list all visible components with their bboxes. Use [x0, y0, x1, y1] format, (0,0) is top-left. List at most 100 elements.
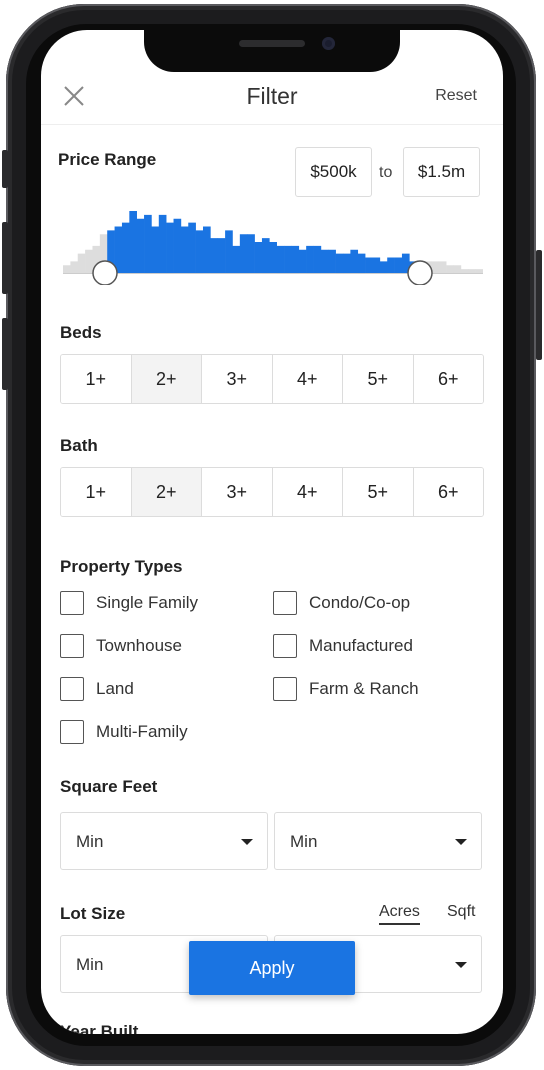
histogram-bar: [320, 249, 329, 273]
histogram-bar: [446, 265, 454, 273]
select-value: Min: [290, 832, 318, 851]
beds-option[interactable]: 2+: [131, 355, 202, 403]
histogram-bar: [121, 222, 130, 274]
price-range-label: Price Range: [58, 150, 157, 169]
histogram-bar: [350, 249, 359, 273]
histogram-bar: [63, 265, 71, 273]
histogram-bar: [85, 249, 93, 273]
beds-label: Beds: [60, 323, 102, 342]
caret-down-icon: [455, 839, 467, 845]
checkbox-label: Land: [96, 679, 134, 698]
front-camera-icon: [322, 37, 335, 50]
square-feet-min-select[interactable]: Min: [60, 812, 268, 870]
histogram-bar: [166, 222, 174, 274]
unit-acres-tab[interactable]: Acres: [379, 903, 420, 925]
bath-option[interactable]: 3+: [202, 468, 273, 516]
checkbox-label: Condo/Co-op: [309, 593, 411, 612]
histogram-bar: [387, 257, 395, 273]
caret-down-icon: [241, 839, 253, 845]
property-types-label: Property Types: [60, 557, 183, 576]
checkbox-box[interactable]: [60, 720, 84, 744]
histogram-bar: [460, 269, 469, 274]
price-min-input[interactable]: $500k: [295, 147, 372, 197]
histogram-bar: [254, 242, 263, 273]
histogram-bar: [306, 245, 314, 274]
volume-down-button: [2, 318, 8, 390]
price-max-handle[interactable]: [407, 260, 433, 285]
price-min-handle[interactable]: [92, 260, 118, 285]
histogram-bar: [144, 214, 152, 274]
checkbox-box[interactable]: [273, 591, 297, 615]
histogram-bar: [158, 214, 167, 274]
histogram-bar: [379, 261, 388, 274]
speaker-grille: [239, 40, 305, 47]
beds-option[interactable]: 3+: [202, 355, 273, 403]
checkbox-multi-family[interactable]: Multi-Family: [60, 720, 188, 744]
square-feet-label: Square Feet: [60, 777, 158, 796]
checkbox-box[interactable]: [273, 677, 297, 701]
histogram-bar: [188, 222, 196, 274]
histogram-bar: [357, 253, 366, 274]
checkbox-condo-coop[interactable]: Condo/Co-op: [273, 591, 410, 615]
histogram-bar: [225, 230, 233, 274]
checkbox-land[interactable]: Land: [60, 677, 134, 701]
histogram-bar: [195, 230, 204, 274]
price-histogram: [63, 211, 483, 285]
screen: Filter Reset Price Range $500k to $1.5m …: [41, 30, 503, 1034]
histogram-bar: [475, 269, 483, 274]
beds-option[interactable]: 1+: [61, 355, 132, 403]
histogram-bar: [343, 253, 351, 274]
notch: [144, 30, 400, 72]
checkbox-box[interactable]: [60, 634, 84, 658]
checkbox-box[interactable]: [60, 591, 84, 615]
histogram-bar: [269, 242, 277, 273]
histogram-bar: [173, 218, 182, 273]
histogram-bar: [298, 249, 307, 273]
histogram-bar: [313, 245, 322, 274]
histogram-bar: [365, 257, 373, 273]
histogram-bar: [239, 234, 248, 273]
bath-option[interactable]: 1+: [61, 468, 132, 516]
histogram-bar: [453, 265, 462, 273]
histogram-bar: [129, 211, 137, 273]
checkbox-box[interactable]: [60, 677, 84, 701]
histogram-bar: [136, 218, 145, 273]
bath-option[interactable]: 2+: [131, 468, 202, 516]
histogram-bar: [232, 245, 241, 274]
checkbox-label: Multi-Family: [96, 722, 188, 741]
square-feet-max-select[interactable]: Min: [274, 812, 482, 870]
volume-up-button: [2, 222, 8, 294]
histogram-bar: [335, 253, 344, 274]
histogram-bar: [203, 226, 211, 273]
checkbox-box[interactable]: [273, 634, 297, 658]
bath-option[interactable]: 6+: [413, 468, 483, 516]
bath-option[interactable]: 5+: [343, 468, 414, 516]
beds-option[interactable]: 6+: [413, 355, 483, 403]
checkbox-farm-ranch[interactable]: Farm & Ranch: [273, 677, 419, 701]
unit-sqft-tab[interactable]: Sqft: [447, 903, 475, 921]
caret-down-icon: [455, 962, 467, 968]
bath-option[interactable]: 4+: [272, 468, 343, 516]
histogram-bar: [284, 245, 292, 274]
beds-option[interactable]: 5+: [343, 355, 414, 403]
reset-button[interactable]: Reset: [435, 87, 477, 105]
histogram-bar: [247, 234, 255, 273]
histogram-bar: [372, 257, 381, 273]
beds-selector: 1+ 2+ 3+ 4+ 5+ 6+: [60, 354, 484, 404]
histogram-bar: [114, 226, 123, 273]
beds-option[interactable]: 4+: [272, 355, 343, 403]
silent-switch: [2, 150, 8, 188]
histogram-bar: [217, 238, 226, 274]
checkbox-townhouse[interactable]: Townhouse: [60, 634, 182, 658]
price-max-input[interactable]: $1.5m: [403, 147, 480, 197]
power-button: [536, 250, 542, 360]
checkbox-label: Manufactured: [309, 636, 413, 655]
histogram-bar: [77, 253, 86, 274]
histogram-bar: [291, 245, 300, 274]
bath-label: Bath: [60, 436, 98, 455]
apply-button[interactable]: Apply: [189, 941, 355, 995]
checkbox-single-family[interactable]: Single Family: [60, 591, 198, 615]
histogram-bar: [328, 249, 336, 273]
histogram-bar: [210, 238, 219, 274]
checkbox-manufactured[interactable]: Manufactured: [273, 634, 413, 658]
